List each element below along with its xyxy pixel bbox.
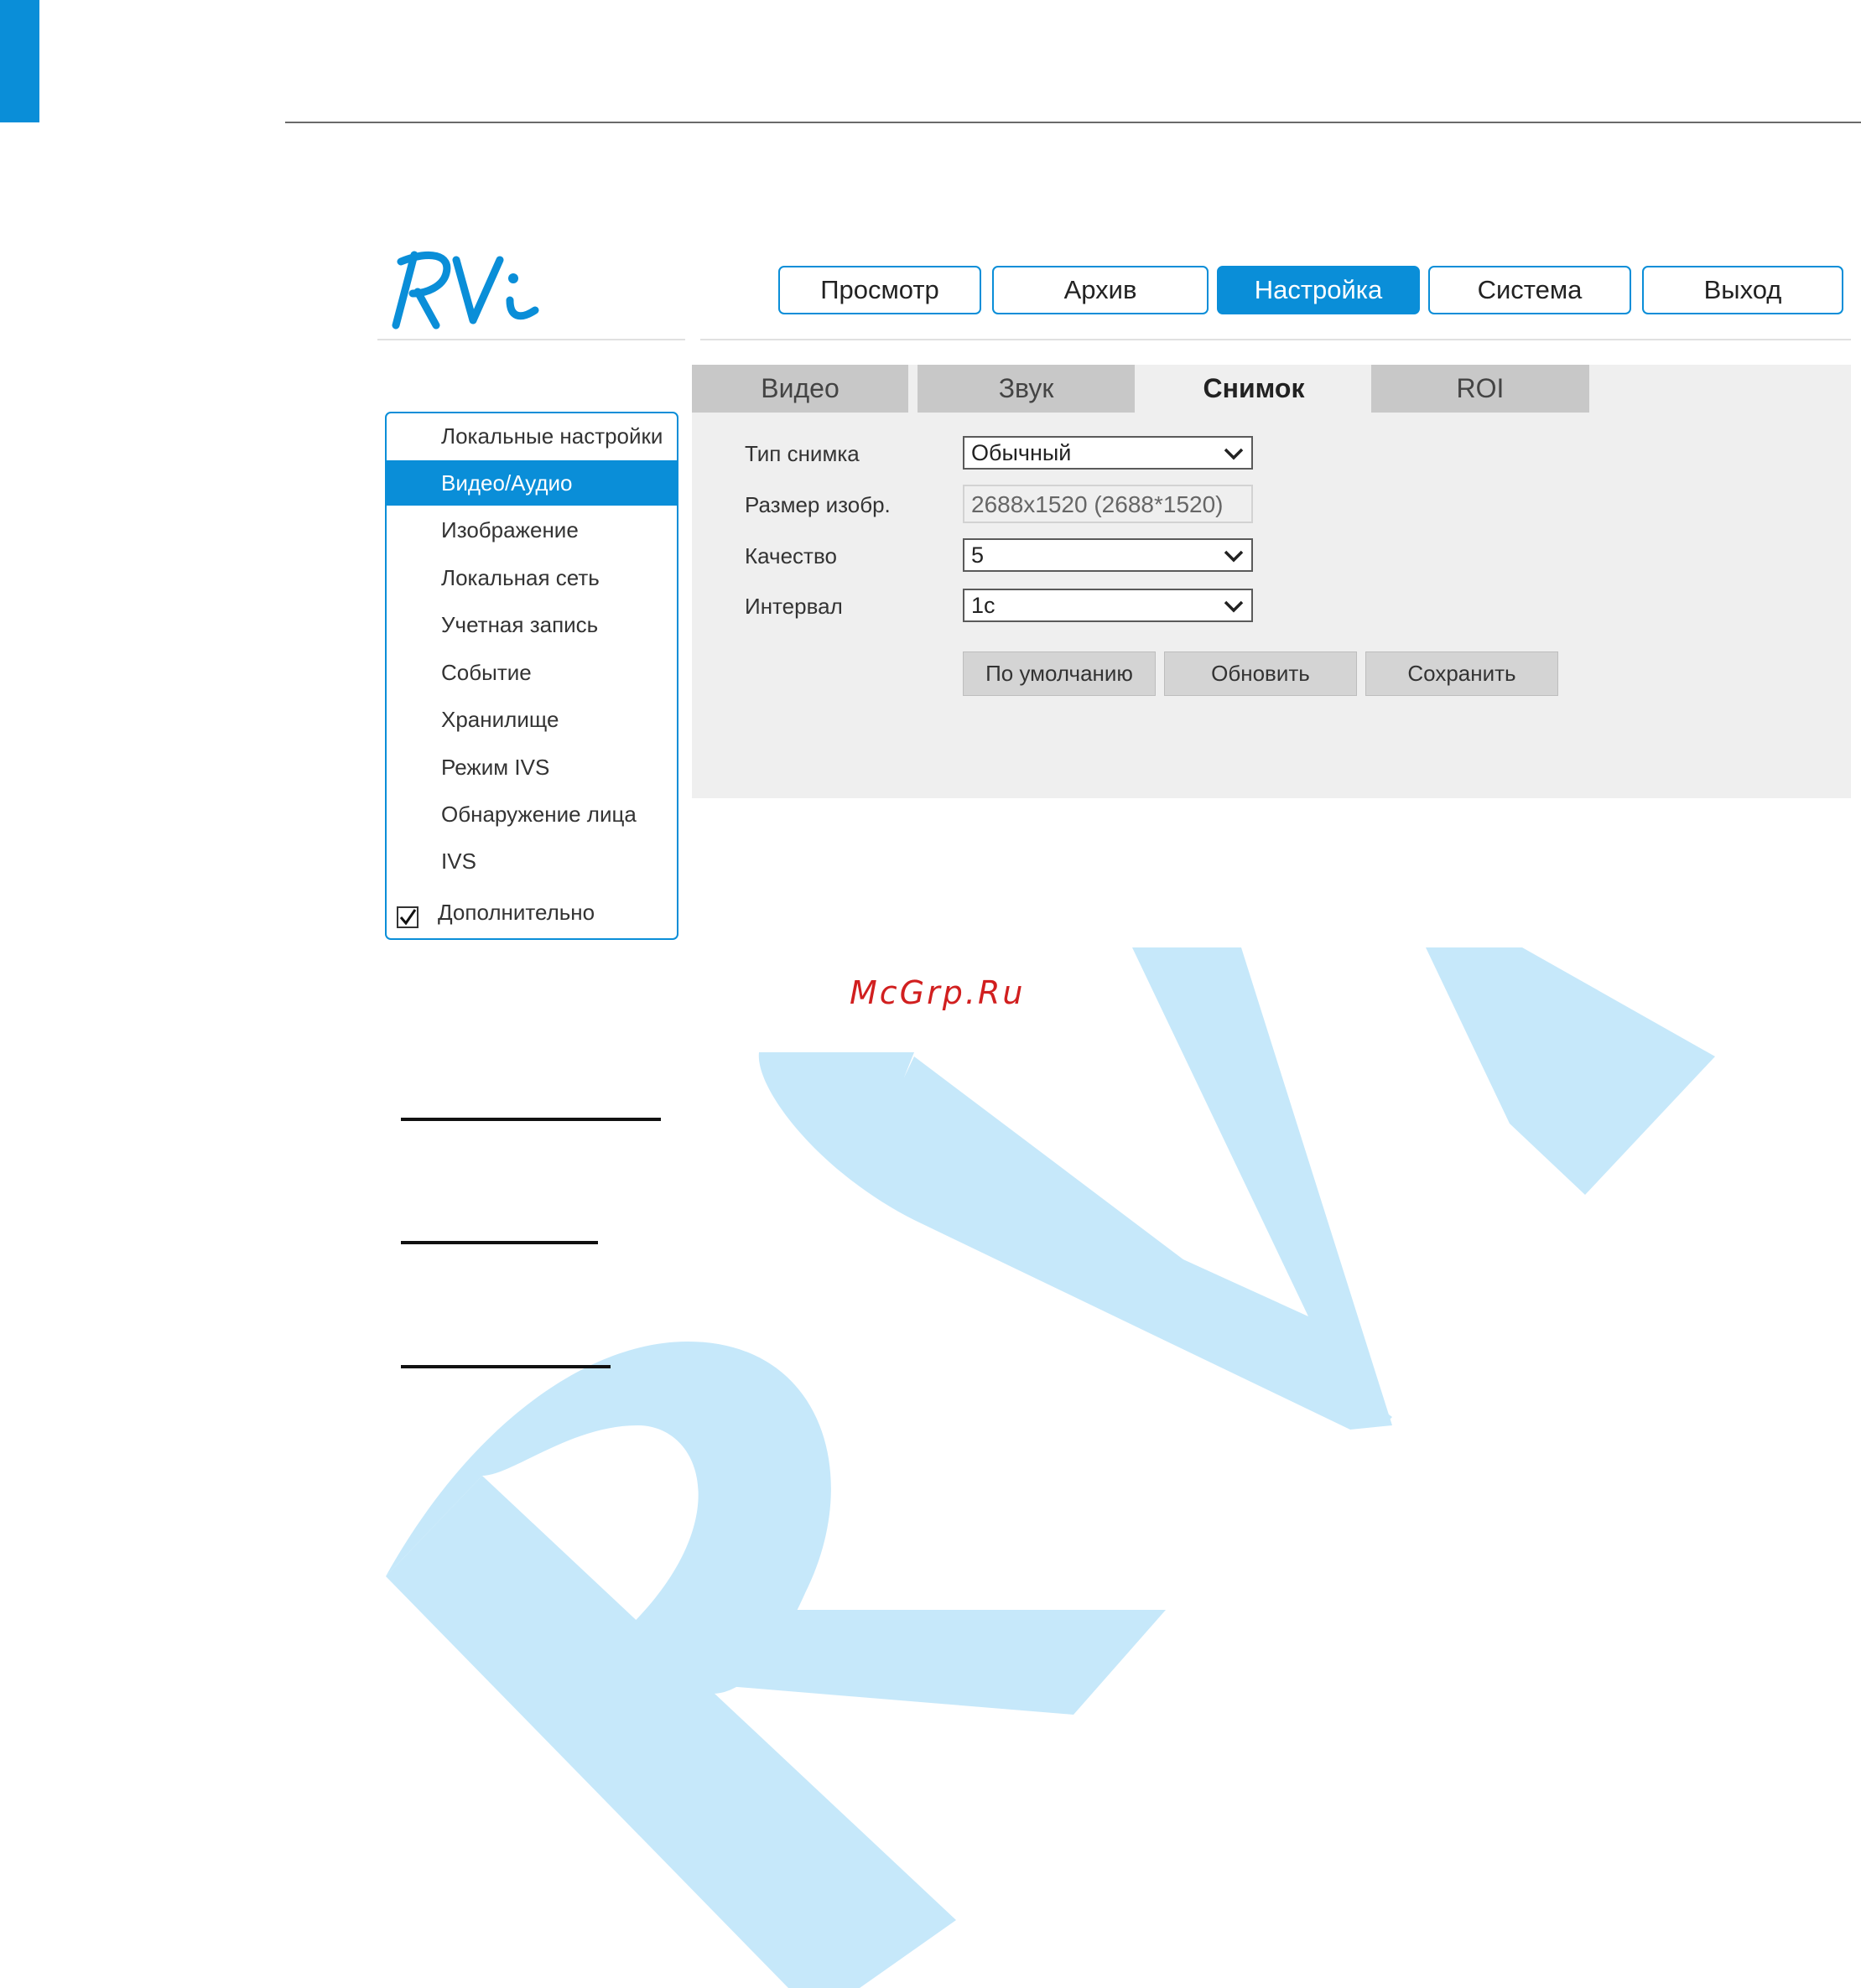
snapshot-type-value: Обычный [971, 440, 1072, 465]
default-button[interactable]: По умолчанию [963, 651, 1156, 696]
tab-audio[interactable]: Звук [918, 365, 1135, 413]
blank-line [401, 1365, 611, 1368]
image-size-value: 2688x1520 (2688*1520) [971, 491, 1224, 517]
advanced-checkbox[interactable] [397, 906, 418, 928]
advanced-label: Дополнительно [438, 900, 595, 925]
refresh-button[interactable]: Обновить [1164, 651, 1357, 696]
blank-line [401, 1118, 661, 1121]
interval-select[interactable]: 1с [963, 589, 1253, 622]
snapshot-settings-panel [692, 365, 1851, 798]
site-label: McGrp.Ru [850, 974, 1026, 1011]
quality-label: Качество [745, 543, 837, 568]
interval-label: Интервал [745, 594, 843, 619]
tab-video[interactable]: Видео [692, 365, 908, 413]
sidebar-item-ivs[interactable]: IVS [387, 838, 677, 884]
tab-roi[interactable]: ROI [1371, 365, 1589, 413]
rvi-logo [392, 251, 539, 330]
sidebar-item-account[interactable]: Учетная запись [387, 602, 677, 647]
header-rule [285, 122, 1861, 123]
chevron-down-icon [1224, 600, 1244, 613]
logo-divider [377, 339, 685, 340]
sidebar-item-event[interactable]: Событие [387, 650, 677, 695]
quality-select[interactable]: 5 [963, 538, 1253, 572]
sidebar-item-image[interactable]: Изображение [387, 507, 677, 553]
image-size-field: 2688x1520 (2688*1520) [963, 485, 1253, 523]
chevron-down-icon [1224, 448, 1244, 460]
sidebar-item-local-settings[interactable]: Локальные настройки [387, 413, 677, 459]
nav-button-logout[interactable]: Выход [1642, 266, 1843, 314]
nav-button-settings[interactable]: Настройка [1217, 266, 1420, 314]
snapshot-type-select[interactable]: Обычный [963, 436, 1253, 470]
sidebar-item-network[interactable]: Локальная сеть [387, 555, 677, 600]
nav-button-archive[interactable]: Архив [992, 266, 1209, 314]
save-button[interactable]: Сохранить [1365, 651, 1558, 696]
sidebar-item-face-detection[interactable]: Обнаружение лица [387, 792, 677, 837]
settings-sidebar: Локальные настройки Видео/Аудио Изображе… [385, 412, 678, 940]
sidebar-item-storage[interactable]: Хранилище [387, 697, 677, 742]
blank-line [401, 1241, 598, 1244]
nav-button-view[interactable]: Просмотр [778, 266, 981, 314]
chevron-down-icon [1224, 550, 1244, 563]
tab-snapshot[interactable]: Снимок [1144, 365, 1364, 413]
nav-button-system[interactable]: Система [1428, 266, 1631, 314]
image-size-label: Размер изобр. [745, 492, 891, 517]
checkmark-icon [399, 909, 417, 926]
nav-divider [700, 339, 1851, 340]
corner-tab [0, 0, 39, 122]
quality-value: 5 [971, 542, 985, 568]
interval-value: 1с [971, 593, 995, 618]
sidebar-item-video-audio[interactable]: Видео/Аудио [387, 460, 677, 506]
snapshot-type-label: Тип снимка [745, 441, 860, 466]
sidebar-item-ivs-mode[interactable]: Режим IVS [387, 745, 677, 790]
